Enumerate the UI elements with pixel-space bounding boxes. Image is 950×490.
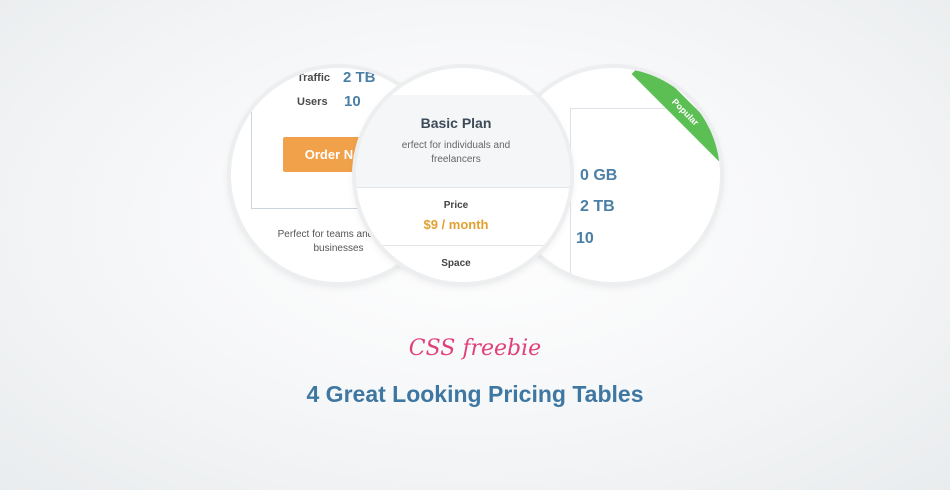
users-value: 10 bbox=[576, 230, 594, 247]
divider bbox=[356, 245, 570, 246]
traffic-value: 2 TB bbox=[343, 69, 376, 86]
space-label: Space bbox=[441, 258, 471, 269]
plan-title: Basic Plan bbox=[420, 115, 492, 131]
price-label: Price bbox=[443, 200, 469, 211]
pricing-preview-middle: Basic Plan erfect for individuals and fr… bbox=[356, 68, 570, 282]
space-value: 0 GB bbox=[580, 167, 618, 184]
users-label: Users bbox=[297, 96, 328, 108]
traffic-label: Traffic bbox=[297, 72, 331, 84]
page-title: 4 Great Looking Pricing Tables bbox=[306, 381, 644, 407]
traffic-value: 2 TB bbox=[580, 198, 615, 215]
plan-description: erfect for individuals and freelancers bbox=[401, 140, 511, 165]
subtitle: CSS freebie bbox=[408, 336, 542, 361]
price-value: $9 / month bbox=[423, 217, 489, 232]
